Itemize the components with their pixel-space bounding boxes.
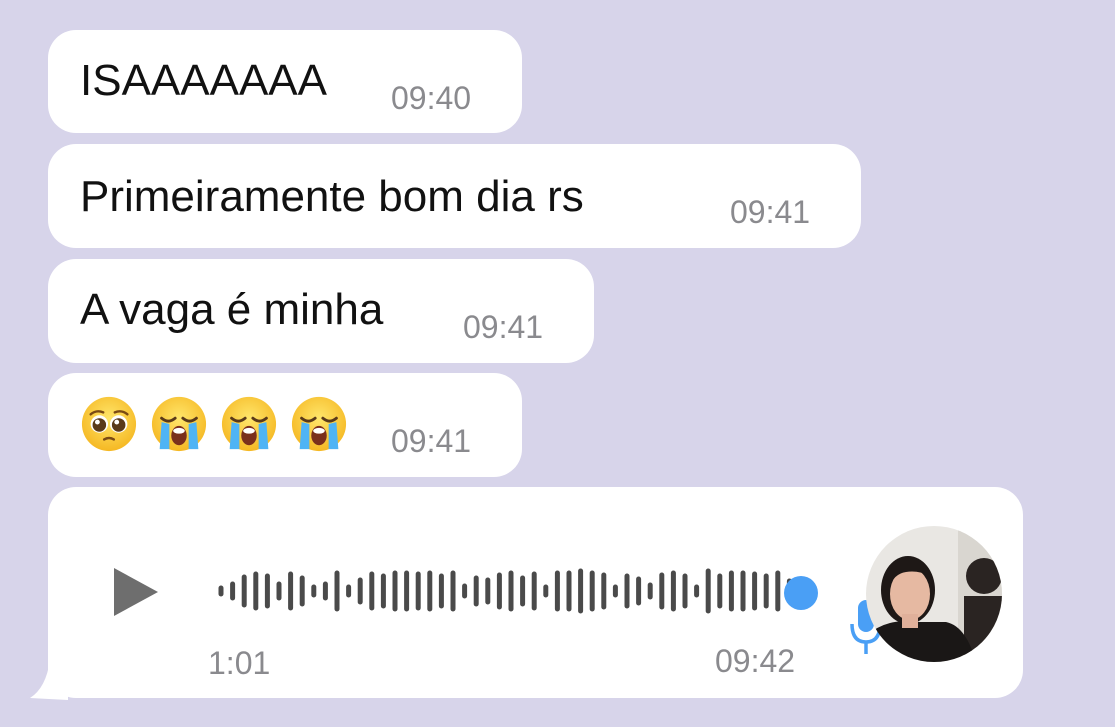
loudly-crying-face-icon (291, 396, 347, 452)
message-bubble[interactable]: 09:41 (48, 373, 522, 477)
pleading-face-icon (81, 396, 137, 452)
message-text: Primeiramente bom dia rs (80, 172, 584, 221)
emoji-row (80, 395, 348, 453)
message-bubble[interactable]: A vaga é minha 09:41 (48, 259, 594, 363)
message-time: 09:41 (463, 309, 544, 345)
message-text: ISAAAAAAA (80, 56, 328, 105)
play-icon[interactable] (112, 566, 162, 618)
message-time: 09:40 (391, 80, 472, 116)
message-time: 09:41 (391, 423, 472, 459)
avatar[interactable] (866, 526, 1002, 662)
message-bubble[interactable]: ISAAAAAAA 09:40 (48, 30, 522, 133)
message-text: A vaga é minha (80, 285, 384, 334)
voice-waveform[interactable] (215, 555, 825, 627)
loudly-crying-face-icon (151, 396, 207, 452)
voice-time: 09:42 (715, 643, 796, 679)
message-bubble[interactable]: Primeiramente bom dia rs 09:41 (48, 144, 861, 248)
message-time: 09:41 (730, 194, 811, 230)
loudly-crying-face-icon (221, 396, 277, 452)
playback-scrubber[interactable] (784, 576, 818, 610)
avatar-photo (866, 526, 1002, 662)
voice-duration: 1:01 (208, 645, 271, 681)
